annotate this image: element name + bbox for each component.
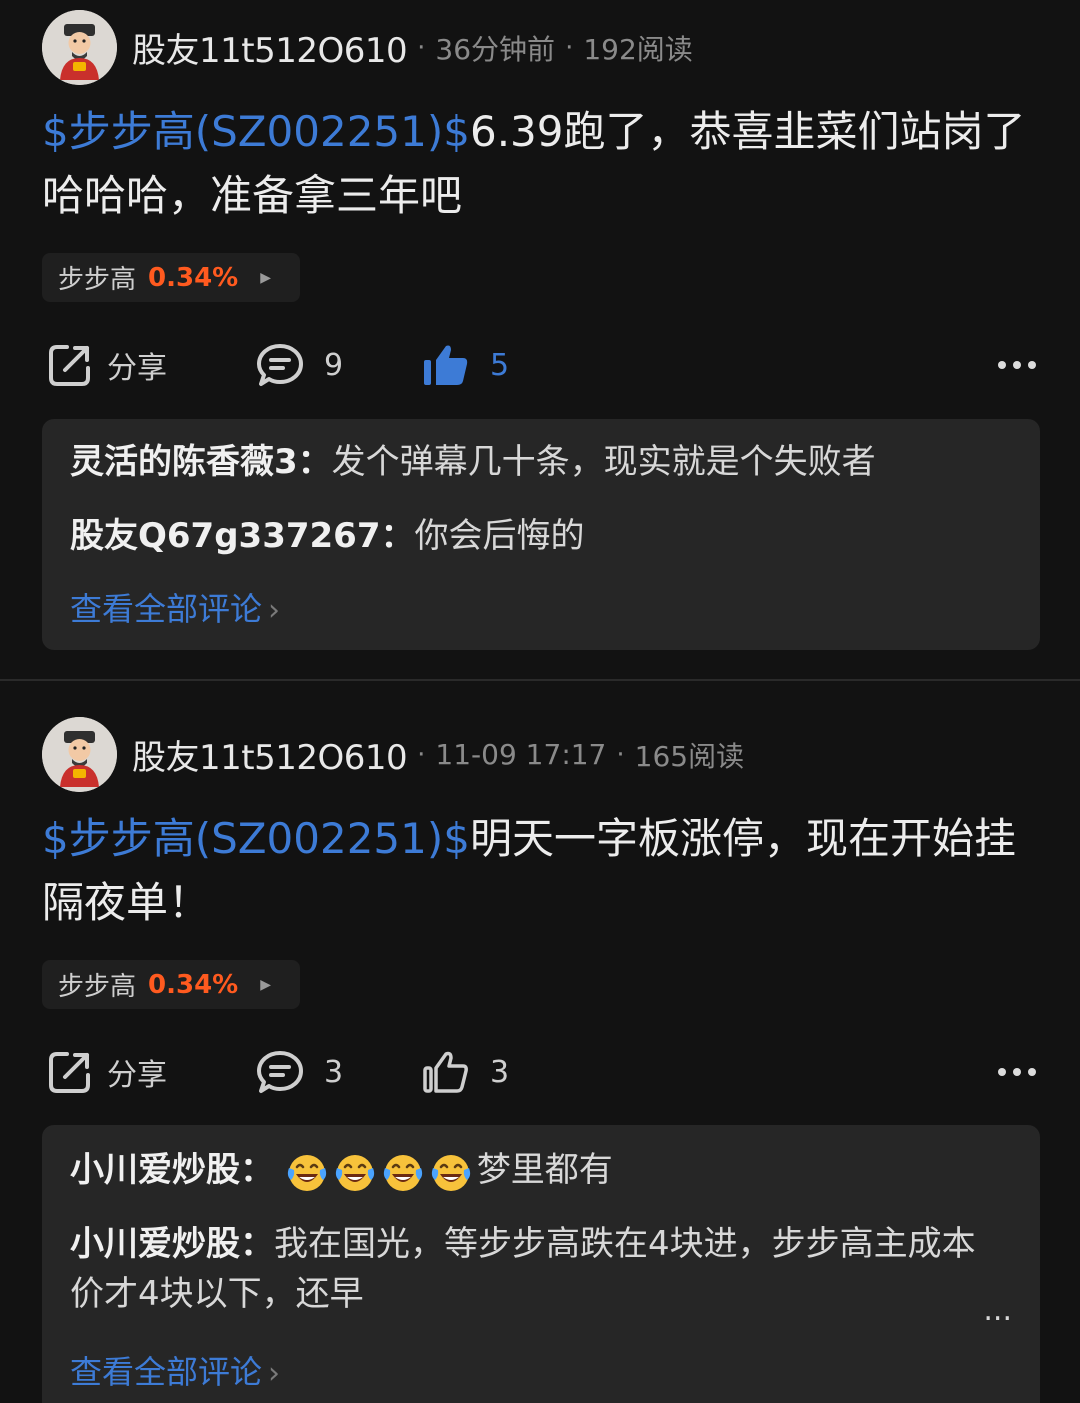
- play-arrow-icon: ▶: [260, 269, 271, 286]
- stock-chip[interactable]: 步步高 0.34% ▶: [42, 253, 300, 302]
- avatar[interactable]: [42, 10, 117, 85]
- comment-item: 股友Q67g337267：你会后悔的: [70, 511, 1000, 561]
- comment-preview-box[interactable]: 小川爱炒股： 梦里都有 小川爱炒股：我在国光，等步步高跌在4块进，步步高主成本价…: [42, 1125, 1040, 1403]
- thumbs-up-icon: [424, 345, 468, 385]
- meta-separator: ·: [616, 739, 625, 770]
- author-name[interactable]: 股友11t512O610: [132, 23, 408, 72]
- share-button[interactable]: 分享: [47, 1042, 167, 1102]
- share-label: 分享: [107, 1058, 167, 1093]
- commenter-name[interactable]: 股友Q67g337267: [70, 516, 381, 556]
- commenter-colon: ：: [240, 1224, 274, 1264]
- avatar-image: [42, 10, 117, 85]
- meta-separator: ·: [565, 32, 574, 63]
- comment-preview-box[interactable]: 灵活的陈香薇3：发个弹幕几十条，现实就是个失败者 股友Q67g337267：你会…: [42, 419, 1040, 650]
- more-icon: [998, 361, 1036, 369]
- share-icon: [49, 345, 90, 386]
- post-card[interactable]: 股友11t512O610 · 11-09 17:17 · 165阅读 $步步高(…: [0, 707, 1080, 1403]
- view-all-comments-link[interactable]: 查看全部评论 ›: [70, 1347, 280, 1393]
- commenter-colon: ：: [240, 1150, 274, 1190]
- comment-icon: [257, 1051, 303, 1093]
- play-arrow-icon: ▶: [260, 976, 271, 993]
- truncated-marker: ...: [983, 1293, 1012, 1328]
- post-time: 36分钟前: [435, 32, 556, 66]
- like-count: 3: [490, 1054, 510, 1090]
- commenter-colon: ：: [297, 442, 332, 482]
- post-header: 股友11t512O610 · 11-09 17:17 · 165阅读: [42, 717, 744, 792]
- chevron-right-icon: ›: [268, 1356, 281, 1391]
- stock-ticker-link[interactable]: $步步高(SZ002251)$: [42, 814, 470, 863]
- commenter-colon: ：: [380, 516, 415, 556]
- meta-separator: ·: [417, 739, 426, 770]
- share-icon: [49, 1052, 90, 1093]
- emoji-row: [285, 1150, 477, 1191]
- read-count: 165阅读: [634, 739, 745, 773]
- laughing-crying-emoji-icon: [287, 1154, 326, 1191]
- stock-ticker-link[interactable]: $步步高(SZ002251)$: [42, 107, 470, 156]
- thumbs-up-icon: [423, 1051, 468, 1093]
- more-icon: [998, 1068, 1036, 1076]
- comment-text: 发个弹幕几十条，现实就是个失败者: [331, 442, 876, 482]
- chevron-right-icon: ›: [268, 593, 281, 628]
- feed: 股友11t512O610 · 36分钟前 · 192阅读 $步步高(SZ0022…: [0, 0, 1080, 1403]
- comment-count: 9: [324, 347, 344, 383]
- comment-button[interactable]: 9: [256, 335, 343, 395]
- view-all-label: 查看全部评论: [70, 1353, 263, 1391]
- share-button[interactable]: 分享: [47, 335, 167, 395]
- stock-chip-change: 0.34%: [148, 262, 239, 293]
- comment-text: 你会后悔的: [414, 516, 585, 556]
- stock-chip-change: 0.34%: [148, 969, 239, 1000]
- comment-icon: [257, 344, 303, 386]
- comment-button[interactable]: 3: [256, 1042, 343, 1102]
- comment-item: 小川爱炒股：我在国光，等步步高跌在4块进，步步高主成本价才4块以下，还早: [70, 1219, 1000, 1319]
- read-count: 192阅读: [583, 32, 693, 66]
- laughing-crying-emoji-icon: [335, 1154, 374, 1191]
- view-all-comments-link[interactable]: 查看全部评论 ›: [70, 584, 280, 630]
- post-time: 11-09 17:17: [435, 738, 607, 771]
- commenter-name[interactable]: 灵活的陈香薇3: [70, 442, 298, 482]
- more-button[interactable]: [996, 1042, 1038, 1102]
- view-all-label: 查看全部评论: [70, 590, 263, 628]
- stock-chip[interactable]: 步步高 0.34% ▶: [42, 960, 300, 1009]
- more-button[interactable]: [996, 335, 1038, 395]
- comment-item: 灵活的陈香薇3：发个弹幕几十条，现实就是个失败者: [70, 437, 1000, 487]
- comment-text: 梦里都有: [476, 1150, 613, 1190]
- like-count: 5: [490, 347, 510, 383]
- like-button[interactable]: 3: [422, 1042, 509, 1102]
- comment-count: 3: [324, 1054, 344, 1090]
- post-card[interactable]: 股友11t512O610 · 36分钟前 · 192阅读 $步步高(SZ0022…: [0, 0, 1080, 680]
- post-content[interactable]: $步步高(SZ002251)$明天一字板涨停，现在开始挂隔夜单！: [42, 807, 1042, 935]
- avatar[interactable]: [42, 717, 117, 792]
- post-meta: 股友11t512O610 · 36分钟前 · 192阅读: [132, 23, 693, 72]
- commenter-name[interactable]: 小川爱炒股: [70, 1224, 240, 1264]
- stock-chip-name: 步步高: [58, 972, 137, 1002]
- laughing-crying-emoji-icon: [383, 1154, 422, 1191]
- post-header: 股友11t512O610 · 36分钟前 · 192阅读: [42, 10, 693, 85]
- meta-separator: ·: [417, 32, 426, 63]
- avatar-image: [42, 717, 117, 792]
- commenter-name[interactable]: 小川爱炒股: [70, 1150, 240, 1190]
- post-content[interactable]: $步步高(SZ002251)$6.39跑了，恭喜韭菜们站岗了哈哈哈，准备拿三年吧: [42, 100, 1042, 228]
- post-meta: 股友11t512O610 · 11-09 17:17 · 165阅读: [132, 730, 744, 779]
- laughing-crying-emoji-icon: [431, 1154, 470, 1191]
- author-name[interactable]: 股友11t512O610: [132, 730, 408, 779]
- action-bar: 分享 3 3: [42, 1042, 1038, 1102]
- stock-chip-name: 步步高: [58, 265, 137, 295]
- comment-item: 小川爱炒股： 梦里都有: [70, 1145, 1000, 1195]
- like-button[interactable]: 5: [422, 335, 509, 395]
- share-label: 分享: [107, 351, 167, 386]
- action-bar: 分享 9 5: [42, 335, 1038, 395]
- post-divider: [0, 679, 1080, 681]
